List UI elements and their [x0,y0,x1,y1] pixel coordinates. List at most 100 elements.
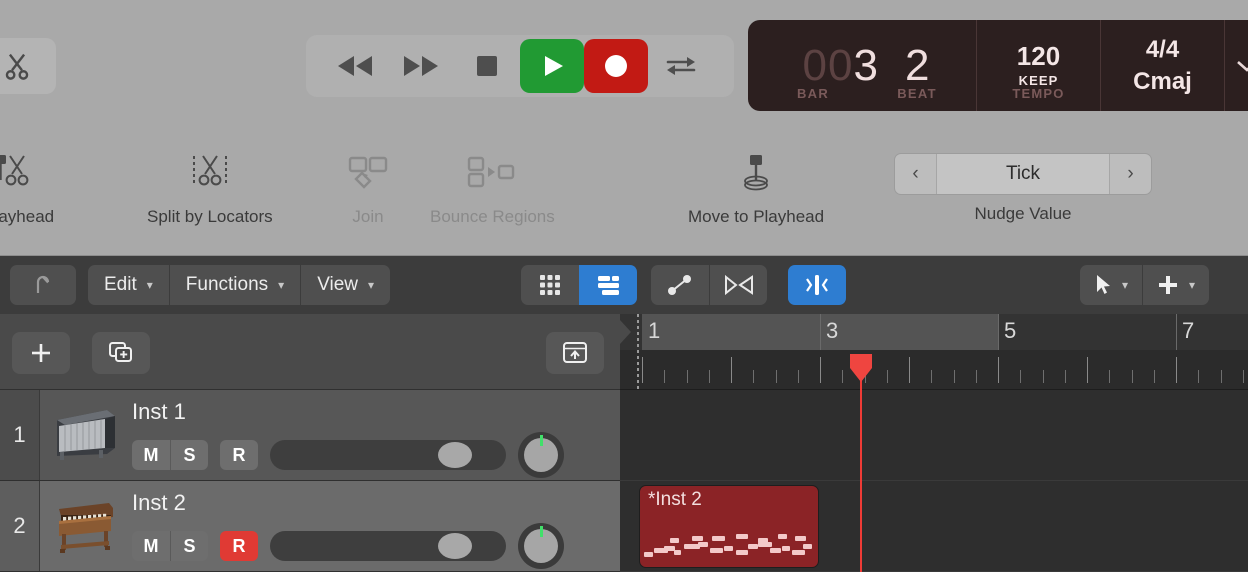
view-mode-toggle [521,265,637,305]
lcd-time-signature: 4/4 [1146,36,1179,64]
editor-menu-bar: Edit ▾ Functions ▾ View ▾ [0,256,1248,314]
region-name: *Inst 2 [640,486,818,511]
fast-forward-button[interactable] [388,38,454,94]
alignment-guides-button[interactable] [788,265,846,305]
tonewheel-organ-icon [49,495,123,557]
editing-toolbar: y Playhead Split by Locators [0,131,1248,256]
chevron-down-icon: ▾ [368,278,374,292]
stop-button[interactable] [454,38,520,94]
lcd-display[interactable]: 003 2 BAR BEAT 120 KEEP TEMPO 4/4 Cmaj [748,20,1248,111]
nudge-stepper[interactable]: ‹ Tick › [894,153,1152,195]
join-label: Join [352,207,383,227]
list-icon [594,272,622,298]
play-icon [537,51,567,81]
track-row[interactable]: 1 Inst 1 [0,390,620,481]
ruler-bar-number: 5 [1004,318,1016,344]
list-view-button[interactable] [579,265,637,305]
record-icon [601,51,631,81]
record-arm-button[interactable]: R [220,531,258,561]
track-row[interactable]: 2 [0,481,620,572]
show-hide-panel-button[interactable] [546,332,604,374]
mute-button[interactable]: M [132,531,170,561]
duplicate-track-icon [107,340,135,366]
playhead-line [860,390,862,572]
volume-slider-knob[interactable] [438,442,472,468]
split-by-locators-icon [182,152,238,196]
menu-view[interactable]: View ▾ [300,265,390,305]
move-to-playhead-button[interactable]: Move to Playhead [688,151,824,227]
bounce-regions-button[interactable]: Bounce Regions [430,151,555,227]
track-panel-toolbar [0,314,620,390]
playhead-marker[interactable] [848,352,874,382]
rewind-button[interactable] [322,38,388,94]
join-button[interactable]: Join [340,151,396,227]
timeline-area: 1 3 5 7 *Inst 2 [620,314,1248,572]
volume-slider[interactable] [270,440,506,470]
lcd-tempo[interactable]: 120 KEEP TEMPO [976,20,1100,111]
record-button[interactable] [584,39,648,93]
pan-knob[interactable] [518,523,564,569]
flex-fade-button[interactable] [709,265,767,305]
duplicate-track-button[interactable] [92,332,150,374]
pointer-tool-button[interactable]: ▾ [1080,265,1142,305]
pointer-icon [1094,273,1112,297]
volume-slider-knob[interactable] [438,533,472,559]
track-name[interactable]: Inst 1 [132,399,620,425]
upright-piano-icon [49,404,123,466]
lcd-position[interactable]: 003 2 BAR BEAT [748,20,976,111]
nudge-next-button[interactable]: › [1109,154,1151,194]
split-by-locators-button[interactable]: Split by Locators [147,151,273,227]
pan-indicator [540,526,543,537]
logic-pro-window: 003 2 BAR BEAT 120 KEEP TEMPO 4/4 Cmaj [0,0,1248,572]
cycle-icon [662,51,700,81]
move-to-playhead-icon [728,152,784,196]
ruler-bar-number: 7 [1182,318,1194,344]
solo-button[interactable]: S [170,531,208,561]
bounce-regions-icon [457,152,527,196]
ruler-bar-number: 1 [648,318,660,344]
automation-curve-button[interactable] [651,265,709,305]
volume-slider[interactable] [270,531,506,561]
fast-forward-icon [399,53,443,79]
edit-tools-group [651,265,767,305]
lcd-expand-button[interactable] [1224,20,1248,111]
alignment-guides-icon [801,271,833,299]
nudge-prev-button[interactable]: ‹ [895,154,937,194]
mute-solo-group: M S [132,440,208,470]
mute-solo-group: M S [132,531,208,561]
chevron-down-icon: ▾ [1189,278,1195,292]
ruler-bar-line [1176,314,1177,350]
track-lane[interactable]: *Inst 2 [620,481,1248,572]
grid-icon [537,272,563,298]
menu-edit[interactable]: Edit ▾ [88,265,169,305]
nudge-value[interactable]: Tick [937,154,1109,194]
track-instrument-icon[interactable] [40,390,132,480]
chevron-down-icon: ▾ [278,278,284,292]
marquee-tool-button[interactable]: ▾ [1142,265,1209,305]
split-at-playhead-button[interactable]: y Playhead [0,151,54,227]
navigate-up-button[interactable] [10,265,76,305]
midi-region[interactable]: *Inst 2 [639,485,819,568]
add-track-button[interactable] [12,332,70,374]
lcd-tempo-value: 120 [1017,43,1060,70]
transport-controls [306,35,734,97]
track-name[interactable]: Inst 2 [132,490,620,516]
cut-tool-button[interactable] [0,38,56,94]
grid-view-button[interactable] [521,265,579,305]
split-at-playhead-label: y Playhead [0,207,54,227]
play-button[interactable] [520,39,584,93]
track-lane[interactable] [620,390,1248,481]
nudge-value-label: Nudge Value [974,204,1071,224]
lcd-beat-label: BEAT [865,86,969,101]
ruler[interactable]: 1 3 5 7 [620,314,1248,390]
track-controls: Inst 1 M S R [132,390,620,480]
menu-functions[interactable]: Functions ▾ [169,265,300,305]
lcd-signature[interactable]: 4/4 Cmaj [1100,20,1224,111]
solo-button[interactable]: S [170,440,208,470]
cycle-button[interactable] [648,38,714,94]
mute-button[interactable]: M [132,440,170,470]
pan-knob[interactable] [518,432,564,478]
record-arm-button[interactable]: R [220,440,258,470]
track-instrument-icon[interactable] [40,481,132,571]
triangle-marker-icon [620,316,636,348]
